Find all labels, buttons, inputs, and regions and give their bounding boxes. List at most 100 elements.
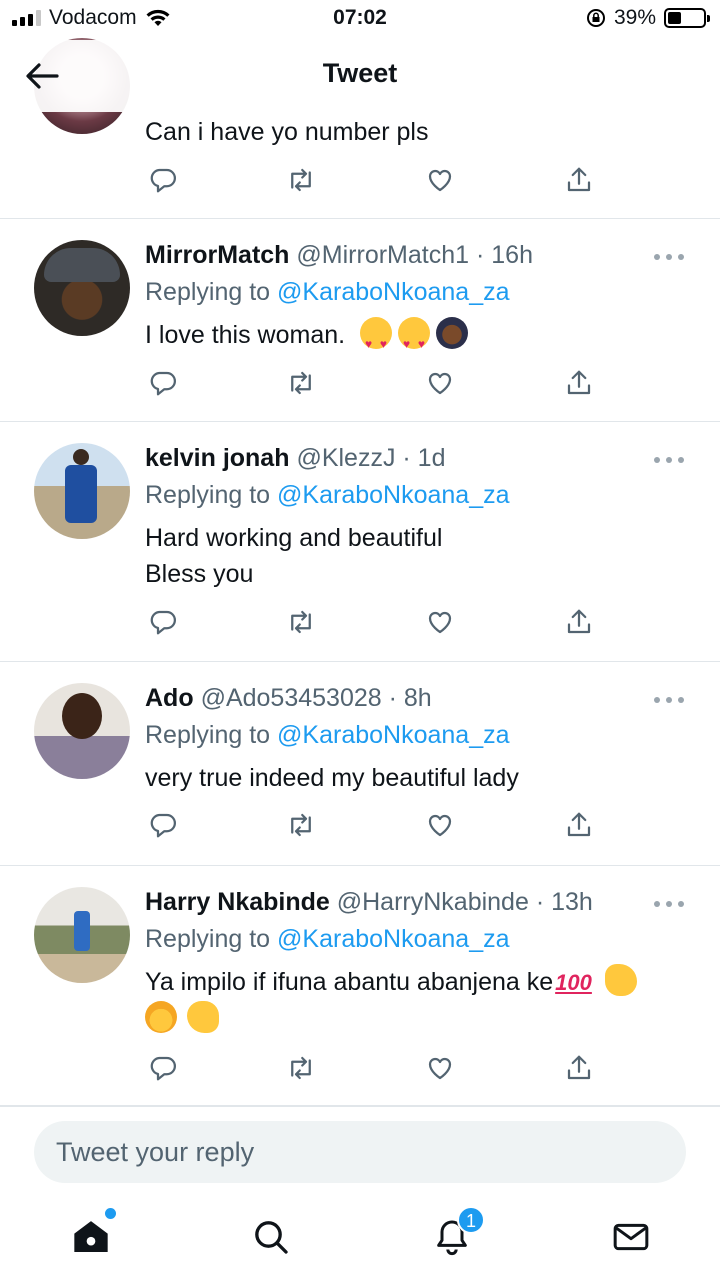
tweet-item[interactable]: MirrorMatch @MirrorMatch1 · 16h Replying… xyxy=(0,219,720,422)
avatar[interactable] xyxy=(34,683,130,779)
tweet-time: 16h xyxy=(491,241,533,269)
reply-bar: Tweet your reply xyxy=(0,1106,720,1206)
display-name[interactable]: Harry Nkabinde xyxy=(145,888,330,916)
reply-icon xyxy=(150,813,176,838)
header: Tweet xyxy=(0,40,720,112)
heart-icon xyxy=(428,169,452,192)
share-button[interactable] xyxy=(561,162,597,198)
share-icon xyxy=(567,1055,591,1080)
replying-to: Replying to @KaraboNkoana_za xyxy=(145,925,510,953)
retweet-button[interactable] xyxy=(283,604,319,640)
user-handle: @KlezzJ xyxy=(296,444,396,472)
retweet-icon xyxy=(291,371,311,395)
tweet-actions xyxy=(145,1050,605,1086)
tweet-item[interactable]: kelvin jonah @KlezzJ · 1d Replying to @K… xyxy=(0,422,720,662)
tweet-item[interactable]: Can i have yo number pls xyxy=(0,38,720,219)
like-button[interactable] xyxy=(422,1050,458,1086)
retweet-button[interactable] xyxy=(283,365,319,401)
avatar[interactable] xyxy=(34,240,130,336)
battery-icon xyxy=(664,8,710,28)
display-name[interactable]: MirrorMatch xyxy=(145,241,289,269)
tweet-actions xyxy=(145,162,605,198)
more-options-button[interactable] xyxy=(654,454,684,466)
user-handle: @HarryNkabinde xyxy=(336,888,529,916)
share-button[interactable] xyxy=(561,604,597,640)
tweet-text: Can i have yo number pls xyxy=(145,118,429,146)
reply-icon xyxy=(150,168,176,193)
retweet-icon xyxy=(291,168,311,192)
like-button[interactable] xyxy=(422,604,458,640)
mention-link[interactable]: @KaraboNkoana_za xyxy=(277,721,509,749)
display-name[interactable]: Ado xyxy=(145,684,194,712)
reply-icon xyxy=(150,371,176,396)
heart-eyes-emoji: ♥ ♥ xyxy=(360,317,393,351)
tweet-time: 8h xyxy=(403,684,432,712)
user-handle: @MirrorMatch1 xyxy=(296,241,470,269)
reply-button[interactable] xyxy=(145,365,181,401)
retweet-icon xyxy=(291,610,311,634)
hundred-points-emoji: 100 xyxy=(555,970,592,995)
avatar[interactable] xyxy=(34,887,130,983)
tweet-actions xyxy=(145,807,605,843)
tweet-item[interactable]: Harry Nkabinde @HarryNkabinde · 13h Repl… xyxy=(0,866,720,1106)
tweet-reply-input[interactable]: Tweet your reply xyxy=(34,1121,686,1183)
reply-feed: Can i have yo number pls MirrorMatch @Mi… xyxy=(0,38,720,1106)
tab-home[interactable] xyxy=(66,1208,116,1262)
replying-to: Replying to @KaraboNkoana_za xyxy=(145,481,510,509)
replying-to: Replying to @KaraboNkoana_za xyxy=(145,721,510,749)
retweet-button[interactable] xyxy=(283,1050,319,1086)
tab-search[interactable] xyxy=(246,1212,296,1262)
notification-badge: 1 xyxy=(457,1206,485,1234)
tweet-actions xyxy=(145,365,605,401)
more-options-button[interactable] xyxy=(654,251,684,263)
tab-messages[interactable] xyxy=(606,1212,656,1262)
share-button[interactable] xyxy=(561,365,597,401)
heart-icon xyxy=(428,611,452,634)
share-button[interactable] xyxy=(561,1050,597,1086)
retweet-icon xyxy=(291,813,311,837)
display-name[interactable]: kelvin jonah xyxy=(145,444,289,472)
clapping-hands-emoji xyxy=(604,964,637,996)
tweet-text: I love this woman. ♥ ♥ ♥ ♥ xyxy=(145,317,690,353)
tab-notifications[interactable]: 1 xyxy=(427,1206,485,1262)
more-options-button[interactable] xyxy=(654,898,684,910)
reply-button[interactable] xyxy=(145,807,181,843)
tweet-header: kelvin jonah @KlezzJ · 1d xyxy=(145,444,446,472)
retweet-button[interactable] xyxy=(283,807,319,843)
like-button[interactable] xyxy=(422,365,458,401)
heart-eyes-emoji: ♥ ♥ xyxy=(398,317,431,351)
tweet-time: 13h xyxy=(551,888,593,916)
like-button[interactable] xyxy=(422,807,458,843)
retweet-button[interactable] xyxy=(283,162,319,198)
share-icon xyxy=(567,370,591,395)
tweet-item[interactable]: Ado @Ado53453028 · 8h Replying to @Karab… xyxy=(0,662,720,866)
heart-icon xyxy=(428,1057,452,1080)
tweet-header: MirrorMatch @MirrorMatch1 · 16h xyxy=(145,241,533,269)
tweet-text-line-2: Bless you xyxy=(145,560,254,588)
person-facepalming-emoji xyxy=(436,317,469,349)
battery-percent: 39% xyxy=(613,6,656,29)
tweet-text: Ya impilo if ifuna abantu abanjena ke100 xyxy=(145,964,690,1037)
like-button[interactable] xyxy=(422,162,458,198)
page-title: Tweet xyxy=(322,58,398,88)
more-options-button[interactable] xyxy=(654,694,684,706)
home-new-dot xyxy=(105,1208,116,1219)
reply-button[interactable] xyxy=(145,162,181,198)
tweet-text: very true indeed my beautiful lady xyxy=(145,764,519,792)
reply-button[interactable] xyxy=(145,1050,181,1086)
heart-icon xyxy=(428,372,452,395)
mail-icon xyxy=(613,1223,649,1251)
tweet-time: 1d xyxy=(417,444,446,472)
share-button[interactable] xyxy=(561,807,597,843)
mention-link[interactable]: @KaraboNkoana_za xyxy=(277,481,509,509)
mention-link[interactable]: @KaraboNkoana_za xyxy=(277,278,509,306)
tweet-text: Hard working and beautiful xyxy=(145,524,443,552)
status-right: 39% xyxy=(586,6,710,30)
replying-to: Replying to @KaraboNkoana_za xyxy=(145,278,510,306)
crown-person-emoji xyxy=(145,1001,177,1033)
reply-button[interactable] xyxy=(145,604,181,640)
status-bar: Vodacom 07:02 39% xyxy=(0,0,720,40)
tweet-header: Ado @Ado53453028 · 8h xyxy=(145,684,432,712)
mention-link[interactable]: @KaraboNkoana_za xyxy=(277,925,509,953)
avatar[interactable] xyxy=(34,443,130,539)
